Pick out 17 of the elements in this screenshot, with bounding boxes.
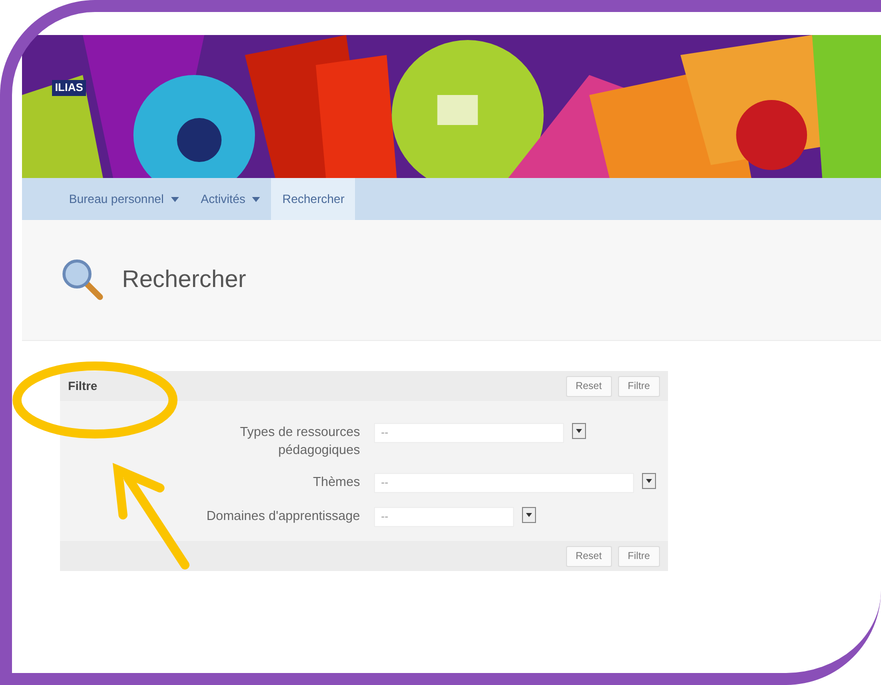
search-icon [60,257,106,303]
logo[interactable]: ILIAS [52,80,86,96]
select-field[interactable]: -- [374,507,514,528]
filter-button[interactable]: Filtre [618,546,660,567]
filter-title: Filtre [68,379,98,393]
filter-button[interactable]: Filtre [618,376,660,396]
menu-tab[interactable]: Bureau personnel [58,178,190,220]
menu-tab[interactable]: Rechercher [271,178,356,220]
field-label: Domaines d'apprentissage [205,507,360,526]
field-label: Thèmes [312,473,360,492]
field-label: Types de ressources pédagogiques [239,423,360,460]
filter-button[interactable]: Reset [566,376,612,396]
select-field[interactable]: -- [374,423,564,443]
page-title: Rechercher [122,266,246,294]
select-field[interactable]: -- [374,473,634,494]
menu-tab[interactable]: Activités [190,178,272,220]
filter-button[interactable]: Reset [566,546,612,567]
